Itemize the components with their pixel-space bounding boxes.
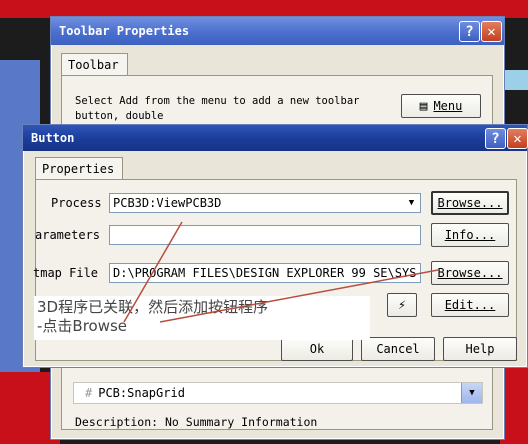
annotation-pointer-lines [123, 221, 439, 323]
pointer-line-process [123, 221, 183, 323]
pointer-line-browse [159, 269, 439, 323]
